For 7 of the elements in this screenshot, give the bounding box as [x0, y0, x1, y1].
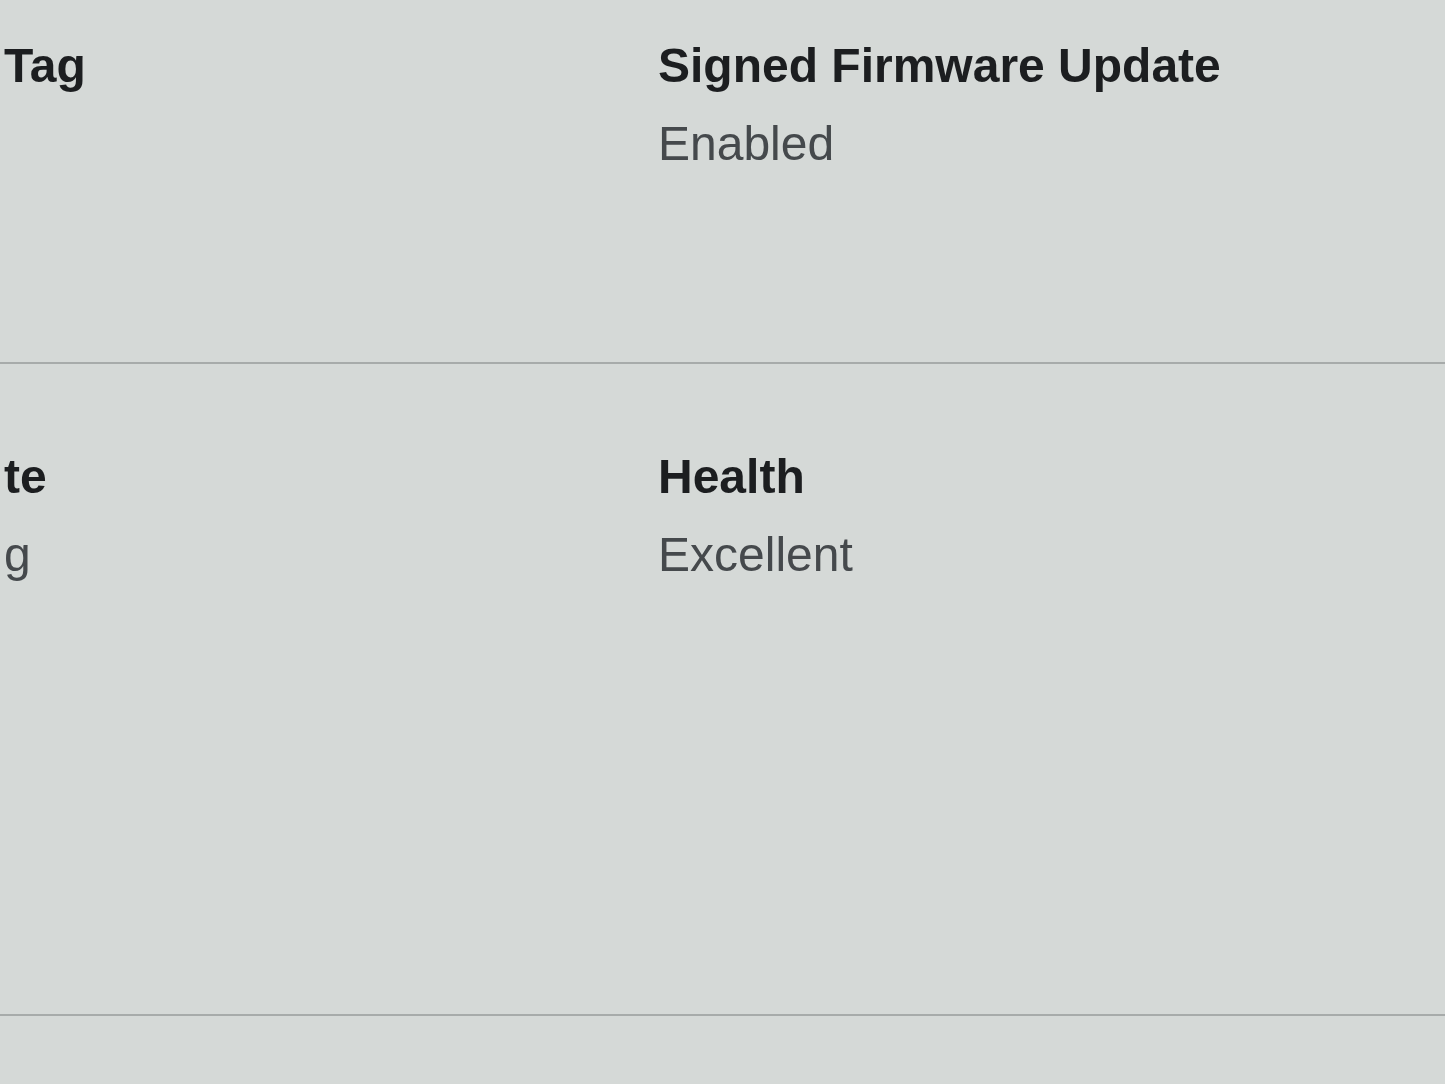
field-label: Signed Firmware Update	[658, 38, 1222, 94]
field-label: Tag	[4, 38, 87, 94]
field-value: Excellent	[658, 527, 854, 583]
field-label: Health	[658, 449, 806, 505]
field-value: g	[4, 527, 32, 583]
field-label: te	[4, 449, 48, 505]
field-value: Enabled	[658, 116, 836, 172]
